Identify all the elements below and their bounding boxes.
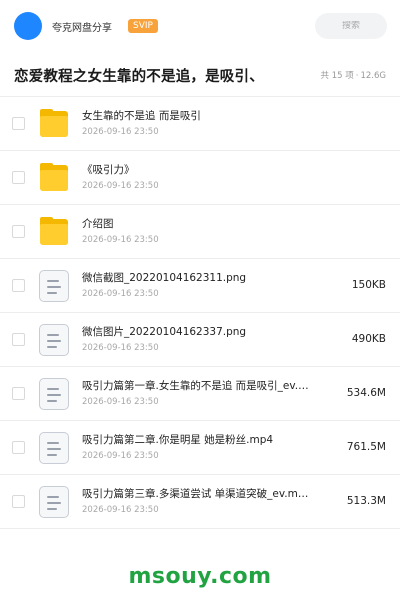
file-date: 2026-09-16 23:50: [82, 451, 159, 461]
share-title-row: 恋爱教程之女生靠的不是追，是吸引、 共 15 项 · 12.6G: [0, 58, 400, 92]
file-info: 微信截图_20220104162311.png 2026-09-16 23:50: [82, 271, 310, 300]
file-info: 微信图片_20220104162337.png 2026-09-16 23:50: [82, 325, 310, 354]
search-box[interactable]: [315, 13, 387, 39]
folder-icon: [38, 108, 70, 140]
file-date: 2026-09-16 23:50: [82, 127, 159, 137]
folder-icon: [38, 162, 70, 194]
file-icon: [38, 378, 70, 410]
meta-separator: ·: [355, 71, 359, 81]
item-count: 共 15 项: [320, 71, 354, 81]
file-date: 2026-09-16 23:50: [82, 505, 159, 515]
file-name[interactable]: 介绍图: [82, 217, 310, 231]
file-name[interactable]: 吸引力篇第二章.你是明星 她是粉丝.mp4: [82, 433, 310, 447]
file-date: 2026-09-16 23:50: [82, 343, 159, 353]
file-info: 吸引力篇第一章.女生靠的不是追 而是吸引_ev.mp4 2026-09-16 23…: [82, 379, 310, 408]
file-icon: [38, 324, 70, 356]
row-checkbox[interactable]: [12, 441, 25, 454]
file-icon: [38, 486, 70, 518]
file-icon: [38, 432, 70, 464]
file-icon: [38, 270, 70, 302]
row-checkbox[interactable]: [12, 171, 25, 184]
file-date: 2026-09-16 23:50: [82, 289, 159, 299]
file-row[interactable]: 微信截图_20220104162311.png 2026-09-16 23:50 1…: [0, 259, 400, 313]
file-name[interactable]: 女生靠的不是追 而是吸引: [82, 109, 310, 123]
file-row[interactable]: 吸引力篇第二章.你是明星 她是粉丝.mp4 2026-09-16 23:50 761…: [0, 421, 400, 475]
row-checkbox[interactable]: [12, 225, 25, 238]
file-row[interactable]: 吸引力篇第一章.女生靠的不是追 而是吸引_ev.mp4 2026-09-16 23…: [0, 367, 400, 421]
file-info: 女生靠的不是追 而是吸引 2026-09-16 23:50: [82, 109, 310, 138]
search-input[interactable]: [321, 21, 381, 31]
file-row[interactable]: 女生靠的不是追 而是吸引 2026-09-16 23:50: [0, 97, 400, 151]
file-name[interactable]: 《吸引力》: [82, 163, 310, 177]
file-info: 吸引力篇第二章.你是明星 她是粉丝.mp4 2026-09-16 23:50: [82, 433, 310, 462]
watermark: msouy.com: [128, 564, 272, 589]
row-checkbox[interactable]: [12, 387, 25, 400]
total-size: 12.6G: [360, 71, 386, 81]
svip-badge: SVIP: [128, 19, 158, 33]
header: 夸克网盘分享 SVIP: [0, 0, 400, 52]
folder-icon: [38, 216, 70, 248]
app-name: 夸克网盘分享: [52, 22, 112, 34]
file-size: 490KB: [351, 333, 386, 345]
file-size: 534.6M: [346, 387, 386, 399]
row-checkbox[interactable]: [12, 495, 25, 508]
file-info: 介绍图 2026-09-16 23:50: [82, 217, 310, 246]
file-date: 2026-09-16 23:50: [82, 235, 159, 245]
file-date: 2026-09-16 23:50: [82, 181, 159, 191]
file-name[interactable]: 吸引力篇第一章.女生靠的不是追 而是吸引_ev.mp4: [82, 379, 310, 393]
file-row[interactable]: 介绍图 2026-09-16 23:50: [0, 205, 400, 259]
page-title: 恋爱教程之女生靠的不是追，是吸引、: [14, 68, 264, 85]
file-row[interactable]: 微信图片_20220104162337.png 2026-09-16 23:50 4…: [0, 313, 400, 367]
file-size: 150KB: [351, 279, 386, 291]
file-size: 761.5M: [346, 441, 386, 453]
share-meta: 共 15 项 · 12.6G: [321, 69, 386, 81]
file-name[interactable]: 吸引力篇第三章.多渠道尝试 单渠道突破_ev.mp4: [82, 487, 310, 501]
file-row[interactable]: 《吸引力》 2026-09-16 23:50: [0, 151, 400, 205]
row-checkbox[interactable]: [12, 279, 25, 292]
file-date: 2026-09-16 23:50: [82, 397, 159, 407]
file-info: 《吸引力》 2026-09-16 23:50: [82, 163, 310, 192]
file-name[interactable]: 微信图片_20220104162337.png: [82, 325, 310, 339]
file-info: 吸引力篇第三章.多渠道尝试 单渠道突破_ev.mp4 2026-09-16 23:…: [82, 487, 310, 516]
row-checkbox[interactable]: [12, 333, 25, 346]
row-checkbox[interactable]: [12, 117, 25, 130]
file-row[interactable]: 吸引力篇第三章.多渠道尝试 单渠道突破_ev.mp4 2026-09-16 23:…: [0, 475, 400, 529]
file-list: 女生靠的不是追 而是吸引 2026-09-16 23:50 《吸引力》 2026-09…: [0, 96, 400, 529]
file-name[interactable]: 微信截图_20220104162311.png: [82, 271, 310, 285]
avatar[interactable]: [14, 12, 42, 40]
file-size: 513.3M: [346, 495, 386, 507]
